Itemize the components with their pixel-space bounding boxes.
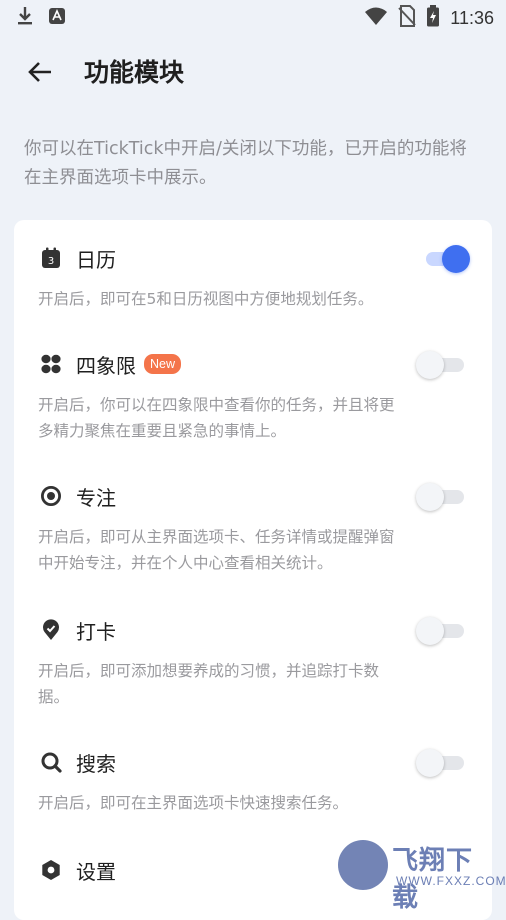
app-bar: 功能模块 [0,44,506,104]
matrix-icon [40,353,62,375]
habit-pin-icon [40,619,62,641]
download-icon [16,6,34,30]
search-icon [40,751,62,773]
battery-charging-icon [426,5,440,31]
feature-label: 日历 [76,247,116,272]
watermark-logo [338,840,388,890]
calendar-toggle[interactable] [422,245,470,273]
feature-label: 专注 [76,485,116,510]
toggle-knob [442,245,470,273]
toggle-knob [416,749,444,777]
focus-toggle[interactable] [416,483,466,511]
feature-description: 开启后，即可在主界面选项卡快速搜索任务。 [38,794,349,812]
feature-description: 开启后，即可从主界面选项卡、任务详情或提醒弹窗中开始专注，并在个人中心查看相关统… [38,528,395,572]
watermark: 飞翔下载 WWW.FXXZ.COM [338,836,506,913]
page-title: 功能模块 [84,58,185,87]
habit-toggle[interactable] [416,617,466,645]
toggle-knob [416,483,444,511]
page-description: 你可以在TickTick中开启/关闭以下功能，已开启的功能将在主界面选项卡中展示… [24,139,467,188]
status-time: 11:36 [450,7,494,28]
focus-icon [40,485,62,507]
watermark-url: WWW.FXXZ.COM [396,874,506,888]
feature-description: 开启后，即可添加想要养成的习惯，并追踪打卡数据。 [38,662,380,706]
toggle-knob [416,351,444,379]
wifi-icon [364,6,388,30]
features-card: 3 日历 开启后，即可在5和日历视图中方便地规划任务。 四象限 New 开启后，… [14,220,492,920]
back-button[interactable] [22,56,58,92]
svg-text:3: 3 [48,256,54,267]
settings-icon [40,859,62,881]
arrow-left-icon [27,61,53,87]
no-sim-icon [398,5,417,31]
search-toggle[interactable] [416,749,466,777]
toggle-knob [416,617,444,645]
feature-label: 设置 [76,859,116,884]
new-badge: New [144,354,182,374]
feature-label: 打卡 [76,619,116,644]
status-bar: 11:36 [0,0,506,34]
feature-description: 开启后，即可在5和日历视图中方便地规划任务。 [38,290,374,308]
feature-label: 四象限 [76,353,136,378]
feature-description: 开启后，你可以在四象限中查看你的任务，并且将更多精力聚焦在重要且紧急的事情上。 [38,396,395,440]
matrix-toggle[interactable] [416,351,466,379]
feature-label: 搜索 [76,751,116,776]
calendar-icon: 3 [40,247,62,269]
app-notification-icon [48,7,66,29]
